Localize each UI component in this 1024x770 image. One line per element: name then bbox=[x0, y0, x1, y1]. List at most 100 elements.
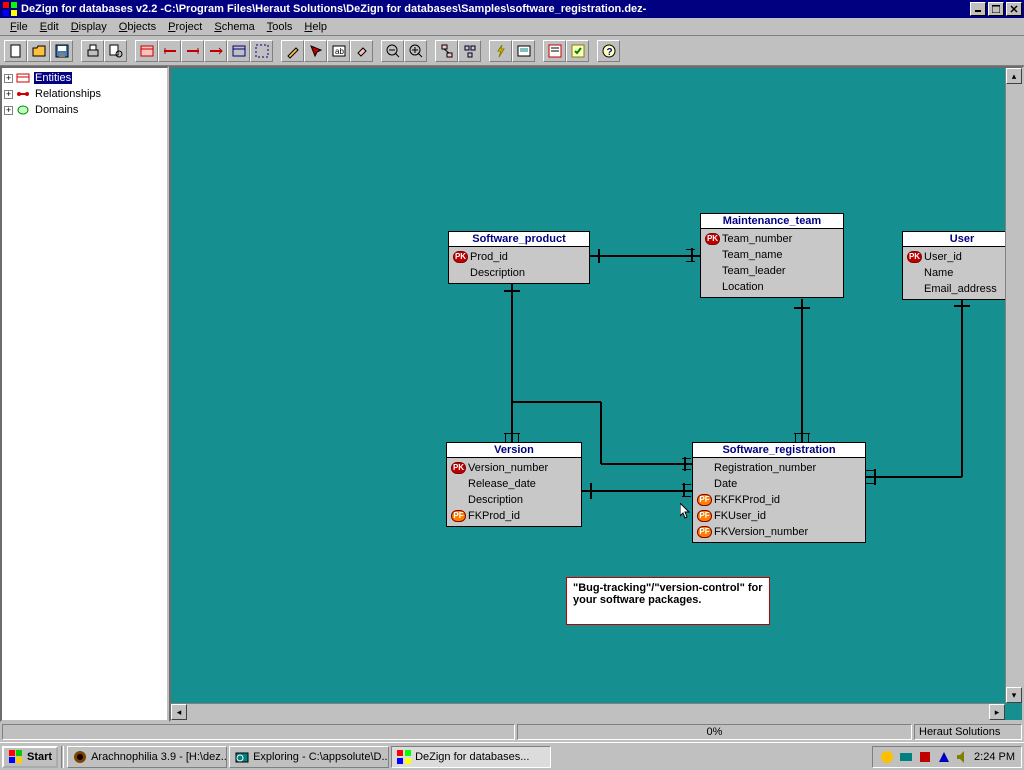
column-name: Description bbox=[470, 265, 525, 281]
column-name: Registration_number bbox=[714, 460, 816, 476]
entity-column: PKVersion_number bbox=[451, 460, 577, 476]
menu-bar: FileEditDisplayObjectsProjectSchemaTools… bbox=[0, 18, 1024, 36]
form1-button[interactable] bbox=[543, 40, 566, 62]
relation3-button[interactable] bbox=[204, 40, 227, 62]
vertical-scrollbar[interactable]: ▴ ▾ bbox=[1005, 68, 1022, 703]
pk-badge-icon: PK bbox=[453, 251, 468, 263]
menu-project[interactable]: Project bbox=[162, 20, 208, 34]
open-button[interactable] bbox=[27, 40, 50, 62]
task-icon bbox=[234, 749, 250, 765]
entity-column: PKProd_id bbox=[453, 249, 585, 265]
taskbar-task[interactable]: Arachnophilia 3.9 - [H:\dez... bbox=[67, 746, 227, 768]
entity-button[interactable] bbox=[135, 40, 158, 62]
canvas[interactable]: Software_productPKProd_idDescription Main… bbox=[171, 68, 1022, 720]
column-name: Team_name bbox=[722, 247, 783, 263]
entity-column: Description bbox=[453, 265, 585, 281]
pk-badge-icon: PK bbox=[705, 233, 720, 245]
text-button[interactable]: ab bbox=[327, 40, 350, 62]
tree-item-domains[interactable]: +Domains bbox=[4, 102, 165, 118]
svg-text:?: ? bbox=[606, 47, 612, 58]
help-button[interactable]: ? bbox=[597, 40, 620, 62]
scroll-up-icon[interactable]: ▴ bbox=[1006, 68, 1022, 84]
task-label: Exploring - C:\appsolute\D... bbox=[253, 751, 389, 763]
tray-icon-2[interactable] bbox=[898, 749, 914, 765]
tree-node-icon bbox=[16, 72, 32, 84]
lightning-button[interactable] bbox=[489, 40, 512, 62]
view-button[interactable] bbox=[227, 40, 250, 62]
new-button[interactable] bbox=[4, 40, 27, 62]
pencil-button[interactable] bbox=[281, 40, 304, 62]
tree-expand-icon[interactable]: + bbox=[4, 74, 13, 83]
relation1-button[interactable] bbox=[158, 40, 181, 62]
toolbar: ab ? bbox=[0, 36, 1024, 66]
diagram1-button[interactable] bbox=[435, 40, 458, 62]
task-label: DeZign for databases... bbox=[415, 751, 529, 763]
column-name: Date bbox=[714, 476, 737, 492]
close-button[interactable] bbox=[1006, 2, 1022, 16]
minimize-button[interactable] bbox=[970, 2, 986, 16]
windows-icon bbox=[8, 749, 24, 765]
tray-icon-1[interactable] bbox=[879, 749, 895, 765]
tree-item-entities[interactable]: + Entities bbox=[4, 70, 165, 86]
tree-expand-icon[interactable]: + bbox=[4, 106, 13, 115]
fk-badge-icon: PF bbox=[451, 510, 466, 522]
preview-button[interactable] bbox=[104, 40, 127, 62]
svg-text:ab: ab bbox=[335, 47, 344, 56]
tray-volume-icon[interactable] bbox=[955, 749, 971, 765]
menu-edit[interactable]: Edit bbox=[34, 20, 65, 34]
print-button[interactable] bbox=[81, 40, 104, 62]
menu-objects[interactable]: Objects bbox=[113, 20, 162, 34]
menu-schema[interactable]: Schema bbox=[208, 20, 260, 34]
eraser-button[interactable] bbox=[350, 40, 373, 62]
menu-tools[interactable]: Tools bbox=[261, 20, 299, 34]
taskbar-task[interactable]: Exploring - C:\appsolute\D... bbox=[229, 746, 389, 768]
entity-column: PFFKProd_id bbox=[451, 508, 577, 524]
entity-column: Team_name bbox=[705, 247, 839, 263]
save-button[interactable] bbox=[50, 40, 73, 62]
form2-button[interactable] bbox=[566, 40, 589, 62]
zoom-out-button[interactable] bbox=[381, 40, 404, 62]
taskbar: Start Arachnophilia 3.9 - [H:\dez... Expl… bbox=[0, 742, 1024, 770]
entity-column: Email_address bbox=[907, 281, 1017, 297]
tree-node-icon bbox=[16, 88, 32, 100]
scroll-right-icon[interactable]: ▸ bbox=[989, 704, 1005, 720]
tray-icon-4[interactable] bbox=[936, 749, 952, 765]
relation2-button[interactable] bbox=[181, 40, 204, 62]
group-button[interactable] bbox=[250, 40, 273, 62]
taskbar-task[interactable]: DeZign for databases... bbox=[391, 746, 551, 768]
note-box[interactable]: "Bug-tracking"/"version-control" for you… bbox=[566, 577, 770, 625]
zoom-in-button[interactable] bbox=[404, 40, 427, 62]
fk-badge-icon: PF bbox=[697, 510, 712, 522]
menu-display[interactable]: Display bbox=[65, 20, 113, 34]
system-tray: 2:24 PM bbox=[872, 746, 1022, 768]
entity-column: Registration_number bbox=[697, 460, 861, 476]
diagram2-button[interactable] bbox=[458, 40, 481, 62]
maximize-button[interactable] bbox=[988, 2, 1004, 16]
script-button[interactable] bbox=[512, 40, 535, 62]
start-button[interactable]: Start bbox=[2, 746, 58, 768]
tree-label: Entities bbox=[34, 72, 72, 84]
tree-item-relationships[interactable]: +Relationships bbox=[4, 86, 165, 102]
tray-icon-3[interactable] bbox=[917, 749, 933, 765]
entity-column: PFFKFKProd_id bbox=[697, 492, 861, 508]
entity-user[interactable]: UserPKUser_idNameEmail_address bbox=[902, 231, 1022, 300]
pk-badge-icon: PK bbox=[907, 251, 922, 263]
entity-title: Version bbox=[447, 443, 581, 458]
tree-expand-icon[interactable]: + bbox=[4, 90, 13, 99]
menu-help[interactable]: Help bbox=[298, 20, 333, 34]
entity-maintenance_team[interactable]: Maintenance_teamPKTeam_numberTeam_nameTe… bbox=[700, 213, 844, 298]
menu-file[interactable]: File bbox=[4, 20, 34, 34]
cursor-icon bbox=[680, 503, 692, 521]
entity-column: Date bbox=[697, 476, 861, 492]
arrow-button[interactable] bbox=[304, 40, 327, 62]
scroll-down-icon[interactable]: ▾ bbox=[1006, 687, 1022, 703]
entity-software_registration[interactable]: Software_registration Registration_number… bbox=[692, 442, 866, 543]
entity-column: PFFKUser_id bbox=[697, 508, 861, 524]
entity-version[interactable]: VersionPKVersion_numberRelease_dateDescr… bbox=[446, 442, 582, 527]
entity-title: Software_registration bbox=[693, 443, 865, 458]
scroll-left-icon[interactable]: ◂ bbox=[171, 704, 187, 720]
horizontal-scrollbar[interactable]: ◂ ▸ bbox=[171, 703, 1005, 720]
column-name: Prod_id bbox=[470, 249, 508, 265]
entity-software_product[interactable]: Software_productPKProd_idDescription bbox=[448, 231, 590, 284]
task-label: Arachnophilia 3.9 - [H:\dez... bbox=[91, 751, 227, 763]
